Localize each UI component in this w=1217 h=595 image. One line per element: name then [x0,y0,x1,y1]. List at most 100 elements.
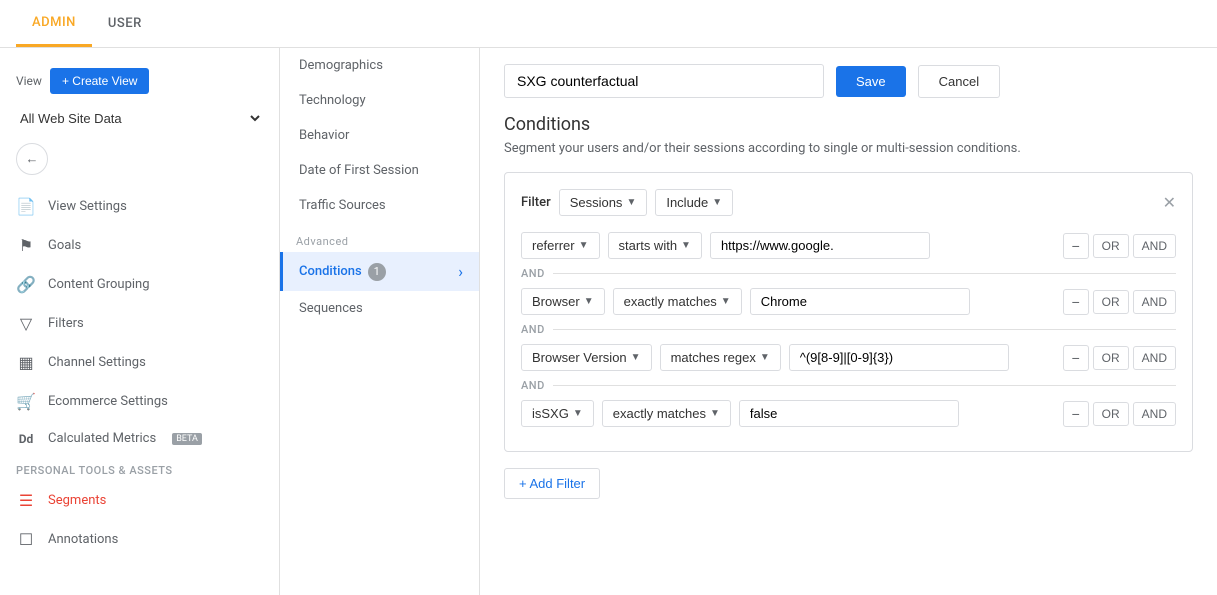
filter-label: Filter [521,195,551,210]
sidebar-item-segments[interactable]: ☰ Segments [0,481,279,520]
segment-name-row: Save Cancel [504,64,1193,98]
sessions-caret-icon: ▼ [626,197,636,208]
sidebar-item-label: Filters [48,316,84,331]
personal-tools-label: PERSONAL TOOLS & ASSETS [0,456,279,481]
sidebar-item-label: Annotations [48,532,118,547]
left-sidebar: View + Create View All Web Site Data ← 📄… [0,48,280,595]
field-dropdown-4[interactable]: isSXG ▼ [521,400,594,427]
save-button[interactable]: Save [836,66,906,97]
filters-icon: ▽ [16,314,36,333]
and-button-1[interactable]: AND [1133,234,1176,258]
tab-user[interactable]: USER [92,2,158,45]
mid-nav-traffic-sources[interactable]: Traffic Sources [280,188,479,223]
condition-row-1: referrer ▼ starts with ▼ − OR AND [521,232,1176,259]
add-filter-button[interactable]: + Add Filter [504,468,600,499]
goals-icon: ⚑ [16,236,36,255]
minus-button-3[interactable]: − [1063,345,1089,371]
advanced-section-label: Advanced [280,223,479,252]
and-button-4[interactable]: AND [1133,402,1176,426]
arrow-right-icon: › [458,262,463,281]
conditions-badge: 1 [368,263,386,281]
field-label-1: referrer [532,238,575,253]
mid-nav-sequences[interactable]: Sequences [280,291,479,326]
main-layout: View + Create View All Web Site Data ← 📄… [0,48,1217,595]
view-label: View [16,74,42,88]
minus-button-1[interactable]: − [1063,233,1089,259]
value-input-1[interactable] [710,232,930,259]
mid-nav-demographics[interactable]: Demographics [280,48,479,83]
value-input-4[interactable] [739,400,959,427]
field-dropdown-3[interactable]: Browser Version ▼ [521,344,652,371]
view-select-row: All Web Site Data [0,106,279,139]
annotations-icon: ☐ [16,530,36,549]
operator-caret-4-icon: ▼ [710,408,720,419]
sidebar-item-goals[interactable]: ⚑ Goals [0,226,279,265]
mid-nav-technology[interactable]: Technology [280,83,479,118]
operator-label-3: matches regex [671,350,756,365]
sidebar-item-content-grouping[interactable]: 🔗 Content Grouping [0,265,279,304]
segments-icon: ☰ [16,491,36,510]
field-dropdown-1[interactable]: referrer ▼ [521,232,600,259]
segment-name-input[interactable] [504,64,824,98]
back-button[interactable]: ← [16,143,48,175]
operator-dropdown-1[interactable]: starts with ▼ [608,232,702,259]
filter-box: Filter Sessions ▼ Include ▼ ✕ referrer [504,172,1193,452]
minus-button-2[interactable]: − [1063,289,1089,315]
operator-label-4: exactly matches [613,406,706,421]
sidebar-item-filters[interactable]: ▽ Filters [0,304,279,343]
value-input-2[interactable] [750,288,970,315]
condition-row-4: isSXG ▼ exactly matches ▼ − OR AND [521,400,1176,427]
create-view-button[interactable]: + Create View [50,68,150,94]
or-button-3[interactable]: OR [1093,346,1129,370]
condition-row-3: Browser Version ▼ matches regex ▼ − OR A… [521,344,1176,371]
operator-label-2: exactly matches [624,294,717,309]
sidebar-item-label: View Settings [48,199,127,214]
sidebar-item-view-settings[interactable]: 📄 View Settings [0,187,279,226]
sidebar-item-annotations[interactable]: ☐ Annotations [0,520,279,559]
operator-caret-3-icon: ▼ [760,352,770,363]
operator-dropdown-2[interactable]: exactly matches ▼ [613,288,742,315]
filter-close-icon[interactable]: ✕ [1163,193,1176,212]
or-button-2[interactable]: OR [1093,290,1129,314]
view-section: View + Create View [0,60,279,106]
operator-caret-2-icon: ▼ [721,296,731,307]
sidebar-item-ecommerce-settings[interactable]: 🛒 Ecommerce Settings [0,382,279,421]
value-input-3[interactable] [789,344,1009,371]
ecommerce-settings-icon: 🛒 [16,392,36,411]
mid-nav-conditions[interactable]: Conditions 1 › [280,252,479,291]
and-separator-3: AND [521,379,1176,392]
field-label-2: Browser [532,294,580,309]
include-dropdown[interactable]: Include ▼ [655,189,733,216]
middle-panel: Demographics Technology Behavior Date of… [280,48,480,595]
sidebar-item-label: Ecommerce Settings [48,394,168,409]
cancel-button[interactable]: Cancel [918,65,1000,98]
sessions-dropdown[interactable]: Sessions ▼ [559,189,648,216]
sidebar-item-label: Calculated Metrics [48,431,156,446]
operator-dropdown-4[interactable]: exactly matches ▼ [602,400,731,427]
conditions-section: Conditions Segment your users and/or the… [504,114,1193,499]
mid-nav-behavior[interactable]: Behavior [280,118,479,153]
op-btns-3: − OR AND [1063,345,1176,371]
and-button-3[interactable]: AND [1133,346,1176,370]
minus-button-4[interactable]: − [1063,401,1089,427]
field-caret-2-icon: ▼ [584,296,594,307]
field-dropdown-2[interactable]: Browser ▼ [521,288,605,315]
view-select[interactable]: All Web Site Data [16,110,263,127]
op-btns-2: − OR AND [1063,289,1176,315]
condition-row-2: Browser ▼ exactly matches ▼ − OR AND [521,288,1176,315]
sidebar-item-channel-settings[interactable]: ▦ Channel Settings [0,343,279,382]
and-separator-2: AND [521,323,1176,336]
and-separator-1: AND [521,267,1176,280]
top-navigation: ADMIN USER [0,0,1217,48]
field-label-3: Browser Version [532,350,627,365]
mid-nav-date-of-first-session[interactable]: Date of First Session [280,153,479,188]
or-button-4[interactable]: OR [1093,402,1129,426]
operator-dropdown-3[interactable]: matches regex ▼ [660,344,781,371]
sidebar-item-label: Channel Settings [48,355,146,370]
tab-admin[interactable]: ADMIN [16,1,92,47]
or-button-1[interactable]: OR [1093,234,1129,258]
and-button-2[interactable]: AND [1133,290,1176,314]
sidebar-item-calculated-metrics[interactable]: Dd Calculated Metrics BETA [0,421,279,456]
content-grouping-icon: 🔗 [16,275,36,294]
field-caret-1-icon: ▼ [579,240,589,251]
